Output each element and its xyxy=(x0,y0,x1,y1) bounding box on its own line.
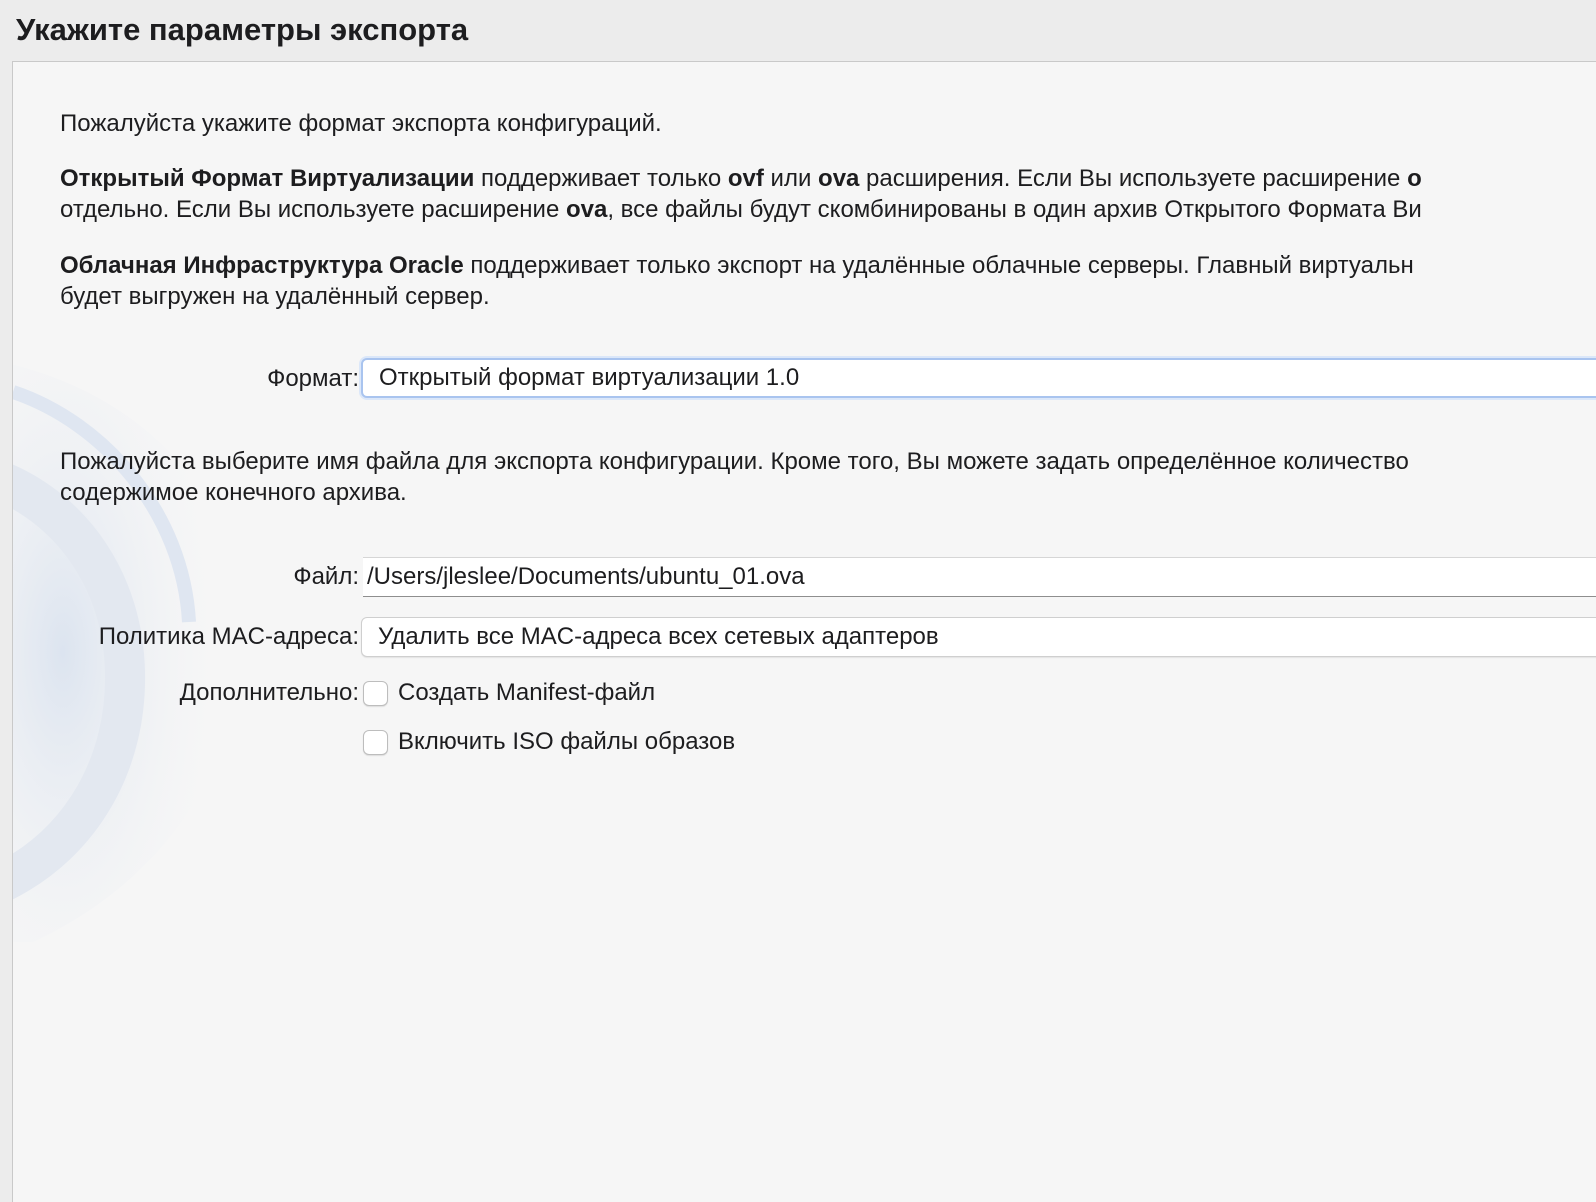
page-header: Укажите параметры экспорта xyxy=(0,0,1596,62)
include-iso-checkbox-label[interactable]: Включить ISO файлы образов xyxy=(398,727,735,757)
manifest-checkbox-label[interactable]: Создать Manifest-файл xyxy=(398,678,655,708)
ovf-description-line1: Открытый Формат Виртуализации поддержива… xyxy=(60,165,1422,192)
format-label: Формат: xyxy=(267,365,359,392)
export-settings-panel: Пожалуйста укажите формат экспорта конфи… xyxy=(12,61,1596,1202)
oci-description-line1: Облачная Инфраструктура Oracle поддержив… xyxy=(60,252,1414,279)
ovf-description-line2: отдельно. Если Вы используете расширение… xyxy=(60,196,1422,223)
include-iso-checkbox[interactable] xyxy=(363,729,388,755)
mac-policy-select[interactable]: Удалить все MAC-адреса всех сетевых адап… xyxy=(361,617,1596,657)
mac-policy-label: Политика MAC-адреса: xyxy=(98,623,359,650)
file-description-line2: содержимое конечного архива. xyxy=(60,479,407,506)
manifest-checkbox[interactable] xyxy=(363,680,388,706)
intro-text: Пожалуйста укажите формат экспорта конфи… xyxy=(60,110,662,137)
oci-description-line2: будет выгружен на удалённый сервер. xyxy=(60,283,490,310)
page-title: Укажите параметры экспорта xyxy=(16,12,469,47)
format-select[interactable]: Открытый формат виртуализации 1.0 xyxy=(361,358,1596,398)
include-iso-checkbox-row[interactable]: Включить ISO файлы образов xyxy=(363,727,735,757)
file-description-line1: Пожалуйста выберите имя файла для экспор… xyxy=(60,448,1409,475)
oci-name-text: Облачная Инфраструктура Oracle xyxy=(60,252,464,279)
manifest-checkbox-row[interactable]: Создать Manifest-файл xyxy=(363,678,655,708)
additional-label: Дополнительно: xyxy=(179,679,359,706)
file-path-input[interactable]: /Users/jleslee/Documents/ubuntu_01.ova xyxy=(363,557,1596,597)
ovf-name-text: Открытый Формат Виртуализации xyxy=(60,165,475,192)
file-label: Файл: xyxy=(293,563,359,590)
